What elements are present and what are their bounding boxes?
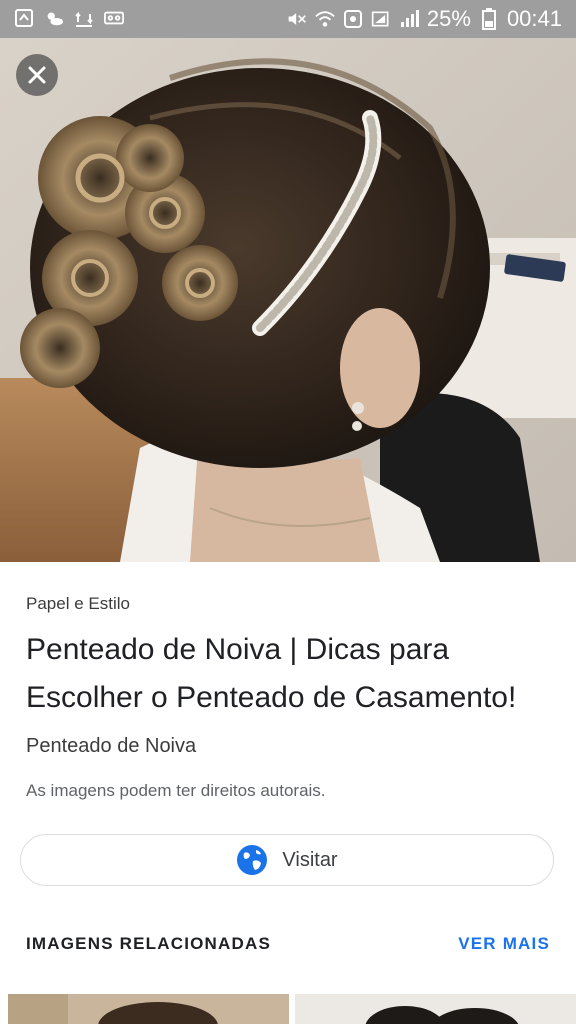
related-images-heading: IMAGENS RELACIONADAS	[26, 934, 272, 953]
weather-icon	[44, 8, 64, 28]
clock: 00:41	[506, 6, 562, 31]
close-icon	[28, 66, 46, 84]
visit-label: Visitar	[282, 848, 338, 871]
close-button[interactable]	[16, 54, 58, 96]
result-title[interactable]: Penteado de Noiva | Dicas para Escolher …	[26, 626, 556, 722]
source-site[interactable]: Papel e Estilo	[26, 594, 130, 614]
voicemail-icon	[104, 8, 124, 28]
sync-icon	[74, 8, 94, 28]
result-image[interactable]	[0, 38, 576, 562]
copyright-notice: As imagens podem ter direitos autorais.	[26, 781, 326, 800]
globe-icon	[237, 845, 268, 875]
related-image-2	[295, 994, 576, 1024]
related-images-strip	[8, 994, 576, 1024]
drive-upload-icon	[14, 8, 34, 28]
visit-button[interactable]: Visitar	[20, 834, 554, 886]
battery-percent: 25%	[426, 6, 471, 31]
cell-signal-icon	[399, 9, 419, 29]
mute-icon	[287, 9, 307, 29]
data-saver-icon	[343, 9, 363, 29]
system-status: 25% 00:41	[287, 6, 562, 32]
notification-icons	[14, 8, 124, 28]
related-image-1	[8, 994, 289, 1024]
related-image-thumbnail[interactable]	[295, 994, 576, 1024]
related-image-thumbnail[interactable]	[8, 994, 289, 1024]
wifi-icon	[315, 9, 335, 29]
bride-hairstyle-photo	[0, 38, 576, 562]
status-bar: 25% 00:41	[0, 0, 576, 38]
see-more-link[interactable]: VER MAIS	[458, 934, 550, 954]
result-subtitle: Penteado de Noiva	[26, 735, 197, 757]
signal-icon	[371, 9, 391, 29]
battery-icon	[479, 8, 499, 30]
